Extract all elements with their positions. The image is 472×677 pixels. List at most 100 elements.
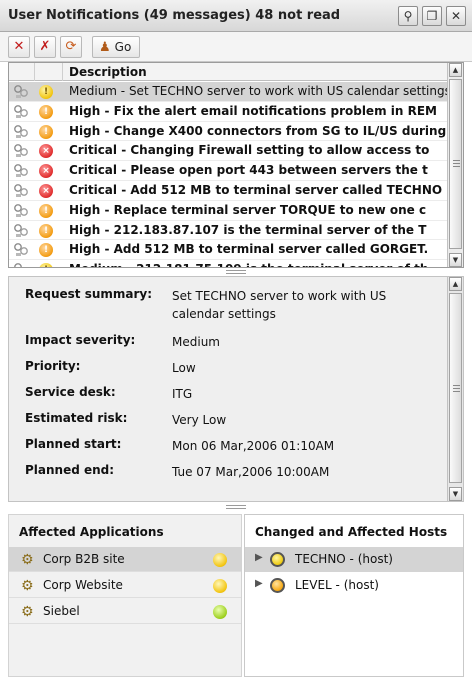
pin-button[interactable]: ⚲	[398, 6, 418, 26]
close-button[interactable]: ✕	[446, 6, 466, 26]
high-severity-icon: !	[39, 243, 53, 258]
application-icon: ⚙	[21, 604, 34, 620]
detail-key: Impact severity:	[25, 333, 136, 347]
host-name: TECHNO - (host)	[295, 552, 393, 566]
scroll-up-arrow[interactable]: ▲	[449, 63, 462, 77]
table-row[interactable]: ! Medium - Set TECHNO server to work with…	[9, 82, 449, 102]
restore-icon: ❐	[426, 9, 438, 23]
table-row[interactable]: × Critical - Please open port 443 between…	[9, 161, 449, 181]
table-scrollbar[interactable]: ▲ ▼	[447, 63, 463, 267]
host-name: LEVEL - (host)	[295, 578, 379, 592]
table-row[interactable]: ! High - Replace terminal server TORQUE t…	[9, 201, 449, 221]
message-type-icon	[13, 183, 29, 199]
table-row[interactable]: ! High - Change X400 connectors from SG t…	[9, 122, 449, 142]
type-column-header[interactable]	[9, 63, 35, 81]
notifications-table[interactable]: Description ! Medium - Set TECHNO server …	[8, 62, 464, 268]
message-type-icon	[13, 84, 29, 100]
detail-value: Medium	[172, 335, 220, 349]
details-scroll-up-arrow[interactable]: ▲	[449, 277, 462, 291]
row-description: Medium - Set TECHNO server to work with …	[69, 84, 449, 98]
high-severity-icon: !	[39, 223, 53, 238]
details-scroll-down-arrow[interactable]: ▼	[449, 487, 462, 501]
row-description: Critical - Please open port 443 between …	[69, 163, 428, 178]
message-type-icon	[13, 104, 29, 120]
row-description: High - Fix the alert email notifications…	[69, 103, 437, 118]
yellow-status-icon	[213, 579, 227, 593]
severity-column-header[interactable]	[35, 63, 63, 81]
row-description: High - Replace terminal server TORQUE to…	[69, 202, 427, 217]
table-row[interactable]: !Medium - 212.181.75.109 is the terminal…	[9, 260, 449, 267]
application-list-item[interactable]: ⚙ Corp Website	[9, 573, 241, 598]
detail-value: Low	[172, 361, 196, 375]
application-list-item[interactable]: ⚙ Corp B2B site	[9, 547, 241, 572]
high-severity-icon: !	[39, 104, 53, 119]
detail-value: Mon 06 Mar,2006 01:10AM	[172, 439, 335, 453]
details-scroll-thumb[interactable]	[449, 293, 462, 483]
green-status-icon	[213, 605, 227, 619]
detail-value: Set TECHNO server to work with US calend…	[172, 289, 387, 321]
detail-key: Planned end:	[25, 463, 115, 477]
go-label: Go	[114, 40, 132, 54]
orange-host-status-icon	[270, 578, 285, 593]
go-button[interactable]: ♟ Go	[92, 36, 141, 58]
details-panel: Request summary: Set TECHNO server to wor…	[8, 276, 464, 502]
message-type-icon	[13, 223, 29, 239]
application-list-item[interactable]: ⚙ Siebel	[9, 599, 241, 624]
critical-severity-icon: ×	[39, 183, 53, 198]
detail-value: Very Low	[172, 413, 227, 427]
high-severity-icon: !	[39, 124, 53, 139]
application-icon: ⚙	[21, 552, 34, 568]
user-icon: ♟	[99, 40, 111, 55]
application-name: Corp Website	[43, 578, 123, 592]
expand-arrow-icon[interactable]: ▶	[255, 552, 263, 563]
expand-arrow-icon[interactable]: ▶	[255, 578, 263, 589]
message-type-icon	[13, 203, 29, 219]
application-icon: ⚙	[21, 578, 34, 594]
window-titlebar: User Notifications (49 messages) 48 not …	[0, 0, 472, 32]
detail-key: Service desk:	[25, 385, 116, 399]
scroll-down-arrow[interactable]: ▼	[449, 253, 462, 267]
pin-icon: ⚲	[403, 9, 413, 23]
detail-key: Priority:	[25, 359, 81, 373]
message-type-icon	[13, 242, 29, 258]
yellow-host-status-icon	[270, 552, 285, 567]
table-row[interactable]: ! High - 212.183.87.107 is the terminal s…	[9, 221, 449, 241]
yellow-status-icon	[213, 553, 227, 567]
close-icon: ✕	[450, 9, 462, 23]
description-column-header[interactable]: Description	[69, 65, 147, 79]
refresh-button[interactable]: ⟳	[60, 36, 82, 58]
affected-hosts-panel: Changed and Affected Hosts ▶ TECHNO - (ho…	[244, 514, 464, 677]
table-row[interactable]: ! High - Fix the alert email notification…	[9, 102, 449, 122]
critical-severity-icon: ×	[39, 164, 53, 179]
detail-key: Estimated risk:	[25, 411, 128, 425]
host-list-item[interactable]: ▶ LEVEL - (host)	[245, 573, 463, 598]
delete-icon: ✕	[13, 39, 25, 54]
refresh-icon: ⟳	[65, 39, 77, 54]
message-type-icon	[13, 124, 29, 140]
message-type-icon	[13, 163, 29, 179]
row-description: High - 212.183.87.107 is the terminal se…	[69, 222, 427, 237]
critical-severity-icon: ×	[39, 144, 53, 159]
toolbar: ✕ ✗ ⟳ ♟ Go	[0, 32, 472, 62]
splitter-bottom[interactable]	[0, 503, 472, 511]
host-list-item[interactable]: ▶ TECHNO - (host)	[245, 547, 463, 572]
table-row[interactable]: ! High - Add 512 MB to terminal server ca…	[9, 240, 449, 261]
medium-severity-icon: !	[39, 85, 53, 99]
splitter-top[interactable]	[0, 268, 472, 276]
application-name: Corp B2B site	[43, 552, 125, 566]
table-body: ! Medium - Set TECHNO server to work with…	[9, 82, 449, 267]
delete-button[interactable]: ✕	[8, 36, 30, 58]
table-row[interactable]: × Critical - Add 512 MB to terminal serve…	[9, 181, 449, 201]
high-severity-icon: !	[39, 203, 53, 218]
restore-button[interactable]: ❐	[422, 6, 442, 26]
delete-all-button[interactable]: ✗	[34, 36, 56, 58]
affected-applications-title: Affected Applications	[19, 525, 164, 539]
detail-value: ITG	[172, 387, 193, 401]
scroll-thumb[interactable]	[449, 79, 462, 249]
message-type-icon	[13, 143, 29, 159]
detail-key: Request summary:	[25, 287, 153, 301]
details-scrollbar[interactable]: ▲ ▼	[447, 277, 463, 501]
table-row[interactable]: × Critical - Changing Firewall setting to…	[9, 141, 449, 162]
detail-key: Planned start:	[25, 437, 122, 451]
table-header: Description	[9, 63, 449, 81]
